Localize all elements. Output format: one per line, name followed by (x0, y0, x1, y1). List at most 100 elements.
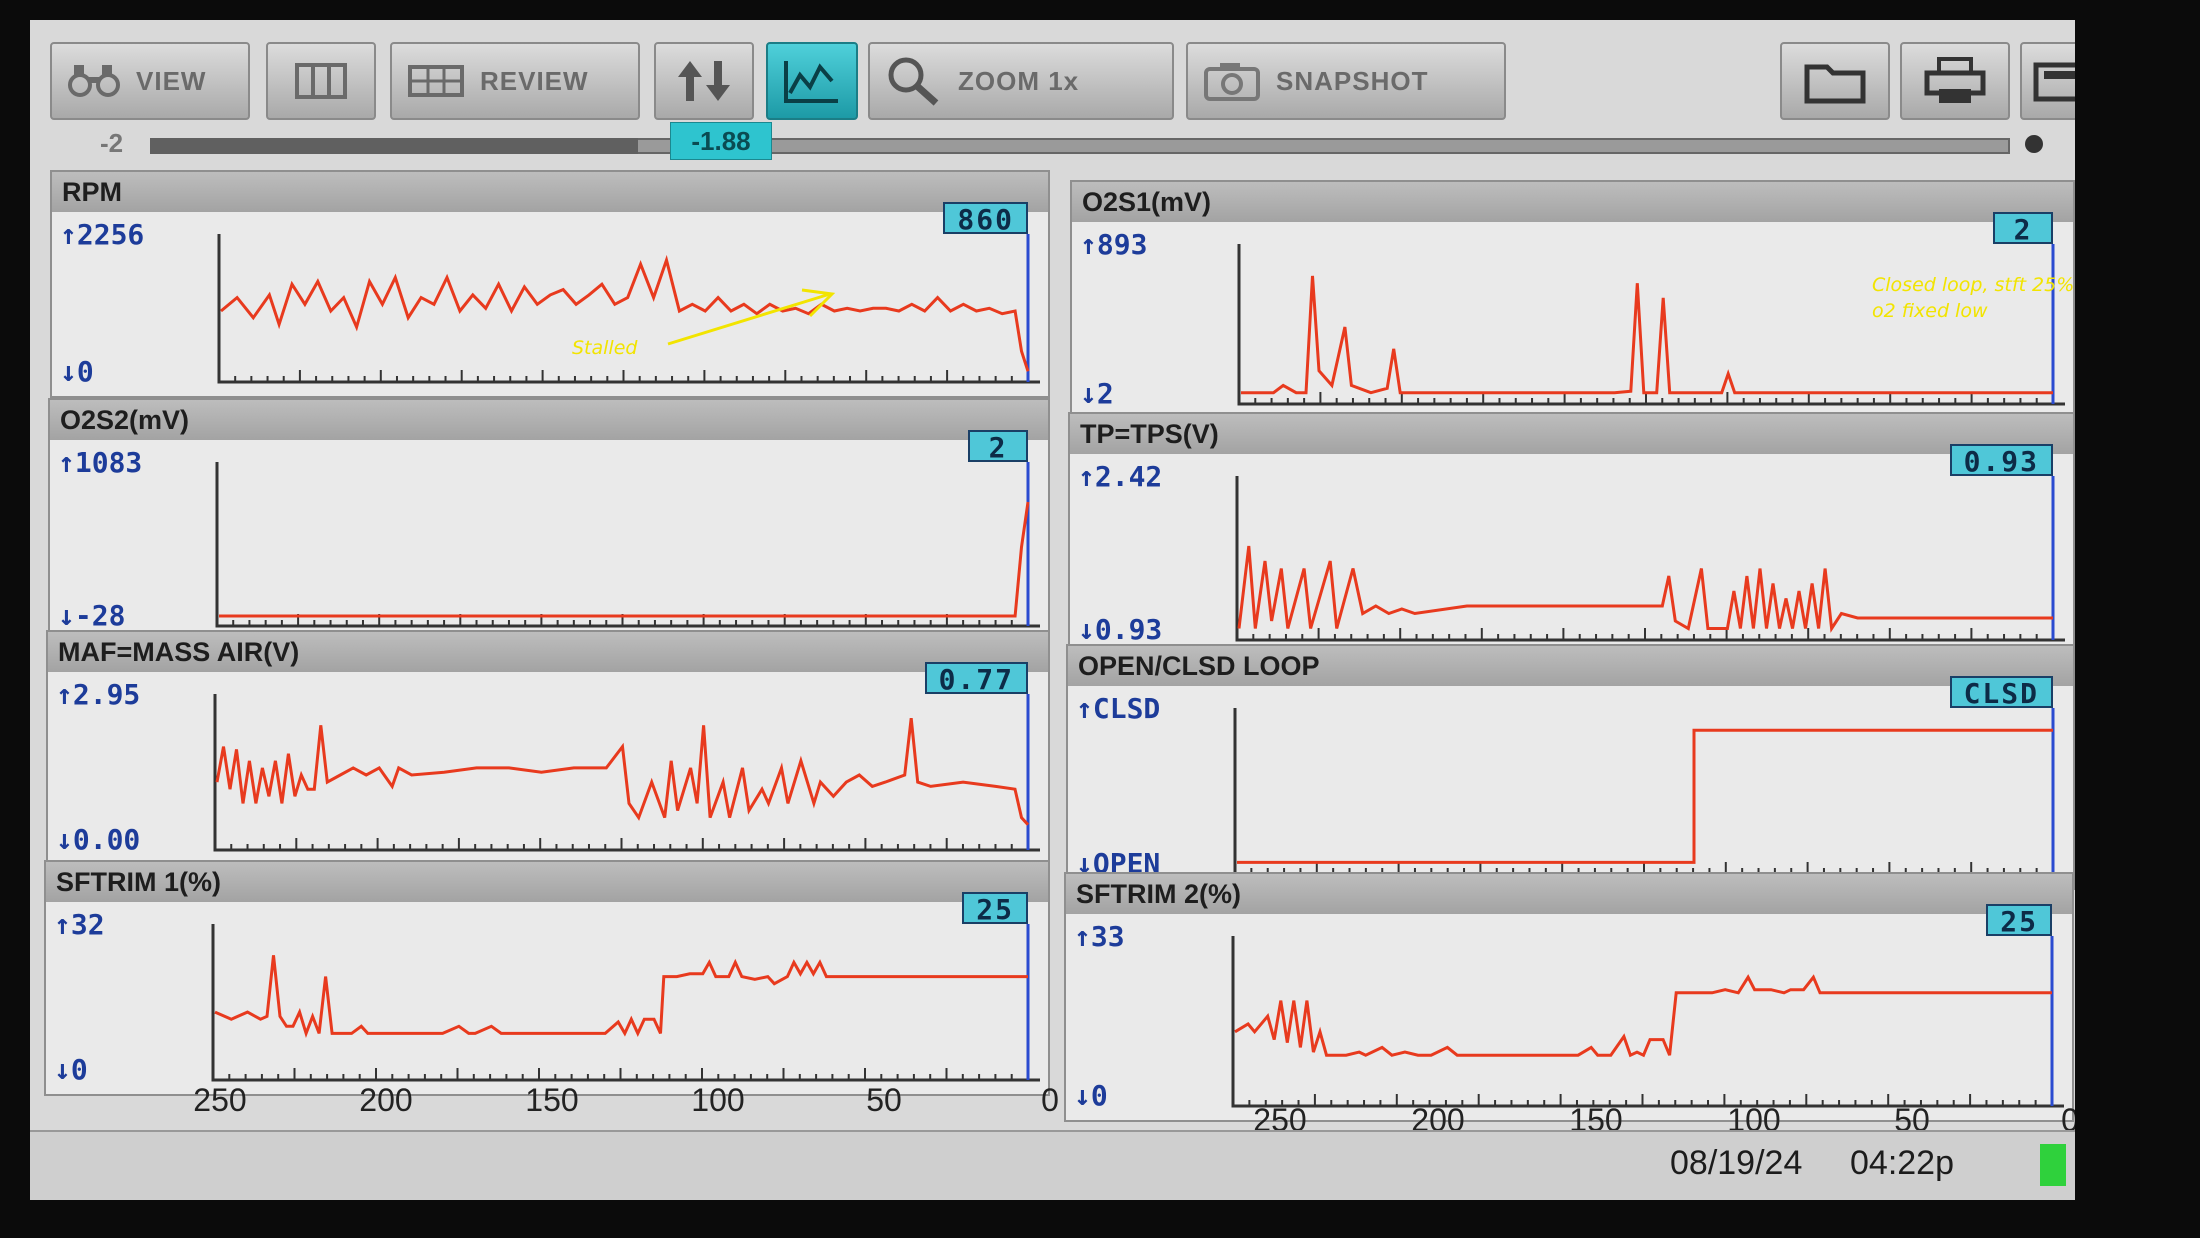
review-button[interactable]: REVIEW (390, 42, 640, 120)
annotation-note: Closed loop, stft 25% (1872, 274, 2075, 296)
plot-axes (215, 462, 1040, 628)
time-scrubber[interactable]: -2 -1.88 (30, 120, 2075, 175)
columns-icon (295, 63, 347, 99)
panel-title: TP=TPS(V) (1070, 414, 2073, 454)
panel-min-label: ↓0.93 (1078, 613, 1163, 646)
annotation-arrow (667, 288, 836, 346)
trace-plot[interactable] (213, 694, 1040, 852)
panel-title: SFTRIM 1(%) (46, 862, 1048, 902)
trace-plot[interactable] (211, 924, 1040, 1082)
signal-trace (215, 718, 1030, 826)
panel-title: O2S1(mV) (1072, 182, 2073, 222)
graph-panel-rpm[interactable]: RPM ↑2256 ↓0 860 Stalled (50, 170, 1050, 398)
signal-trace (214, 955, 1028, 1039)
panel-min-label: ↓0.00 (56, 823, 141, 856)
current-value-box: 25 (962, 892, 1028, 926)
status-bar: 08/19/24 04:22p (30, 1130, 2075, 1200)
x-tick-label: 50 (866, 1082, 902, 1118)
zoom-button[interactable]: ZOOM 1x (868, 42, 1174, 120)
annotation-note: o2 fixed low (1872, 300, 1988, 322)
current-value-box: CLSD (1949, 676, 2053, 710)
scrubber-min-label: -2 (100, 128, 124, 158)
review-grid-icon (408, 65, 464, 97)
save-icon (2033, 62, 2075, 102)
current-value-box: 25 (1986, 904, 2052, 938)
x-tick-label: 0 (1041, 1082, 1059, 1118)
current-value-box: 2 (968, 430, 1028, 464)
signal-trace (219, 501, 1030, 618)
x-tick-label: 200 (359, 1082, 413, 1118)
signal-trace (1234, 974, 2052, 1058)
trace-plot[interactable] (217, 234, 1040, 384)
status-time: 04:22p (1850, 1144, 1954, 1182)
plot-axes (1235, 476, 2065, 642)
x-tick-label: 150 (525, 1082, 579, 1118)
up-down-button[interactable] (654, 42, 754, 120)
trace-plot[interactable] (1237, 244, 2065, 406)
trace-plot[interactable] (1233, 708, 2065, 876)
current-value-box: 0.77 (924, 662, 1028, 696)
graph-panel-sftrim2[interactable]: SFTRIM 2(%) ↑33 ↓0 25 (1064, 872, 2074, 1122)
review-button-label: REVIEW (480, 65, 589, 96)
plot-axes (211, 924, 1040, 1082)
save-button[interactable] (2020, 42, 2075, 120)
folder-icon (1804, 64, 1866, 104)
trace-plot[interactable] (1231, 936, 2064, 1108)
plot-axes (1231, 936, 2064, 1108)
snapshot-button[interactable]: SNAPSHOT (1186, 42, 1506, 120)
annotation-note: Stalled (572, 337, 638, 359)
scan-tool-screen: VIEW REVIEW ZOOM 1x SNAPSHOT -2 -1.88 RP… (30, 20, 2075, 1200)
panel-max-label: ↑2.42 (1078, 460, 1163, 493)
glasses-icon (68, 65, 120, 97)
scrubber-thumb[interactable]: -1.88 (670, 122, 772, 160)
folder-button[interactable] (1780, 42, 1890, 120)
plot-axes (1233, 708, 2065, 876)
panel-min-label: ↓2 (1080, 377, 1114, 410)
graph-panel-maf[interactable]: MAF=MASS AIR(V) ↑2.95 ↓0.00 0.77 (46, 630, 1050, 866)
x-axis-labels-left: 250 200 150 100 50 0 (30, 1082, 1059, 1122)
battery-icon (2040, 1144, 2066, 1186)
scrubber-fill (150, 138, 638, 154)
panel-title: SFTRIM 2(%) (1066, 874, 2072, 914)
graph-panel-loop[interactable]: OPEN/CLSD LOOP ↑CLSD ↓OPEN CLSD (1066, 644, 2075, 890)
panel-min-label: ↓-28 (58, 599, 126, 632)
panel-max-label: ↑2.95 (56, 678, 141, 711)
trace-plot[interactable] (215, 462, 1040, 628)
panel-title: MAF=MASS AIR(V) (48, 632, 1048, 672)
graph-panel-sftrim1[interactable]: SFTRIM 1(%) ↑32 ↓0 25 (44, 860, 1050, 1096)
panel-max-label: ↑893 (1080, 228, 1148, 261)
scrubber-end-dot (2025, 135, 2043, 153)
panel-min-label: ↓0 (60, 355, 94, 388)
graph-icon (784, 61, 838, 103)
panel-max-label: ↑2256 (60, 218, 145, 251)
current-value-box: 0.93 (1949, 444, 2053, 478)
panel-max-label: ↑1083 (58, 446, 143, 479)
columns-button[interactable] (266, 42, 376, 120)
print-button[interactable] (1900, 42, 2010, 120)
panel-title: OPEN/CLSD LOOP (1068, 646, 2073, 686)
status-date: 08/19/24 (1670, 1144, 1803, 1182)
graph-panel-o2s2[interactable]: O2S2(mV) ↑1083 ↓-28 2 (48, 398, 1050, 642)
plot-axes (1237, 244, 2065, 406)
zoom-button-label: ZOOM 1x (958, 65, 1080, 96)
up-down-arrows-icon (678, 61, 730, 101)
x-tick-label: 100 (691, 1082, 745, 1118)
magnifier-icon (888, 57, 939, 106)
view-button[interactable]: VIEW (50, 42, 250, 120)
graph-panel-o2s1[interactable]: O2S1(mV) ↑893 ↓2 2 Closed loop, stft 25% o2 f… (1070, 180, 2075, 420)
snapshot-button-label: SNAPSHOT (1276, 65, 1429, 96)
signal-trace (1237, 728, 2053, 864)
panel-title: O2S2(mV) (50, 400, 1048, 440)
graph-panel-tps[interactable]: TP=TPS(V) ↑2.42 ↓0.93 0.93 (1068, 412, 2075, 656)
current-value-box: 2 (1993, 212, 2053, 246)
panel-max-label: ↑CLSD (1076, 692, 1161, 725)
current-value-box: 860 (943, 202, 1028, 236)
view-button-label: VIEW (136, 65, 207, 96)
signal-trace (1237, 545, 2053, 633)
printer-icon (1924, 57, 1986, 103)
panel-title: RPM (52, 172, 1048, 212)
panel-max-label: ↑32 (54, 908, 105, 941)
graph-view-button[interactable] (766, 42, 858, 120)
trace-plot[interactable] (1235, 476, 2065, 642)
x-tick-label: 250 (193, 1082, 247, 1118)
